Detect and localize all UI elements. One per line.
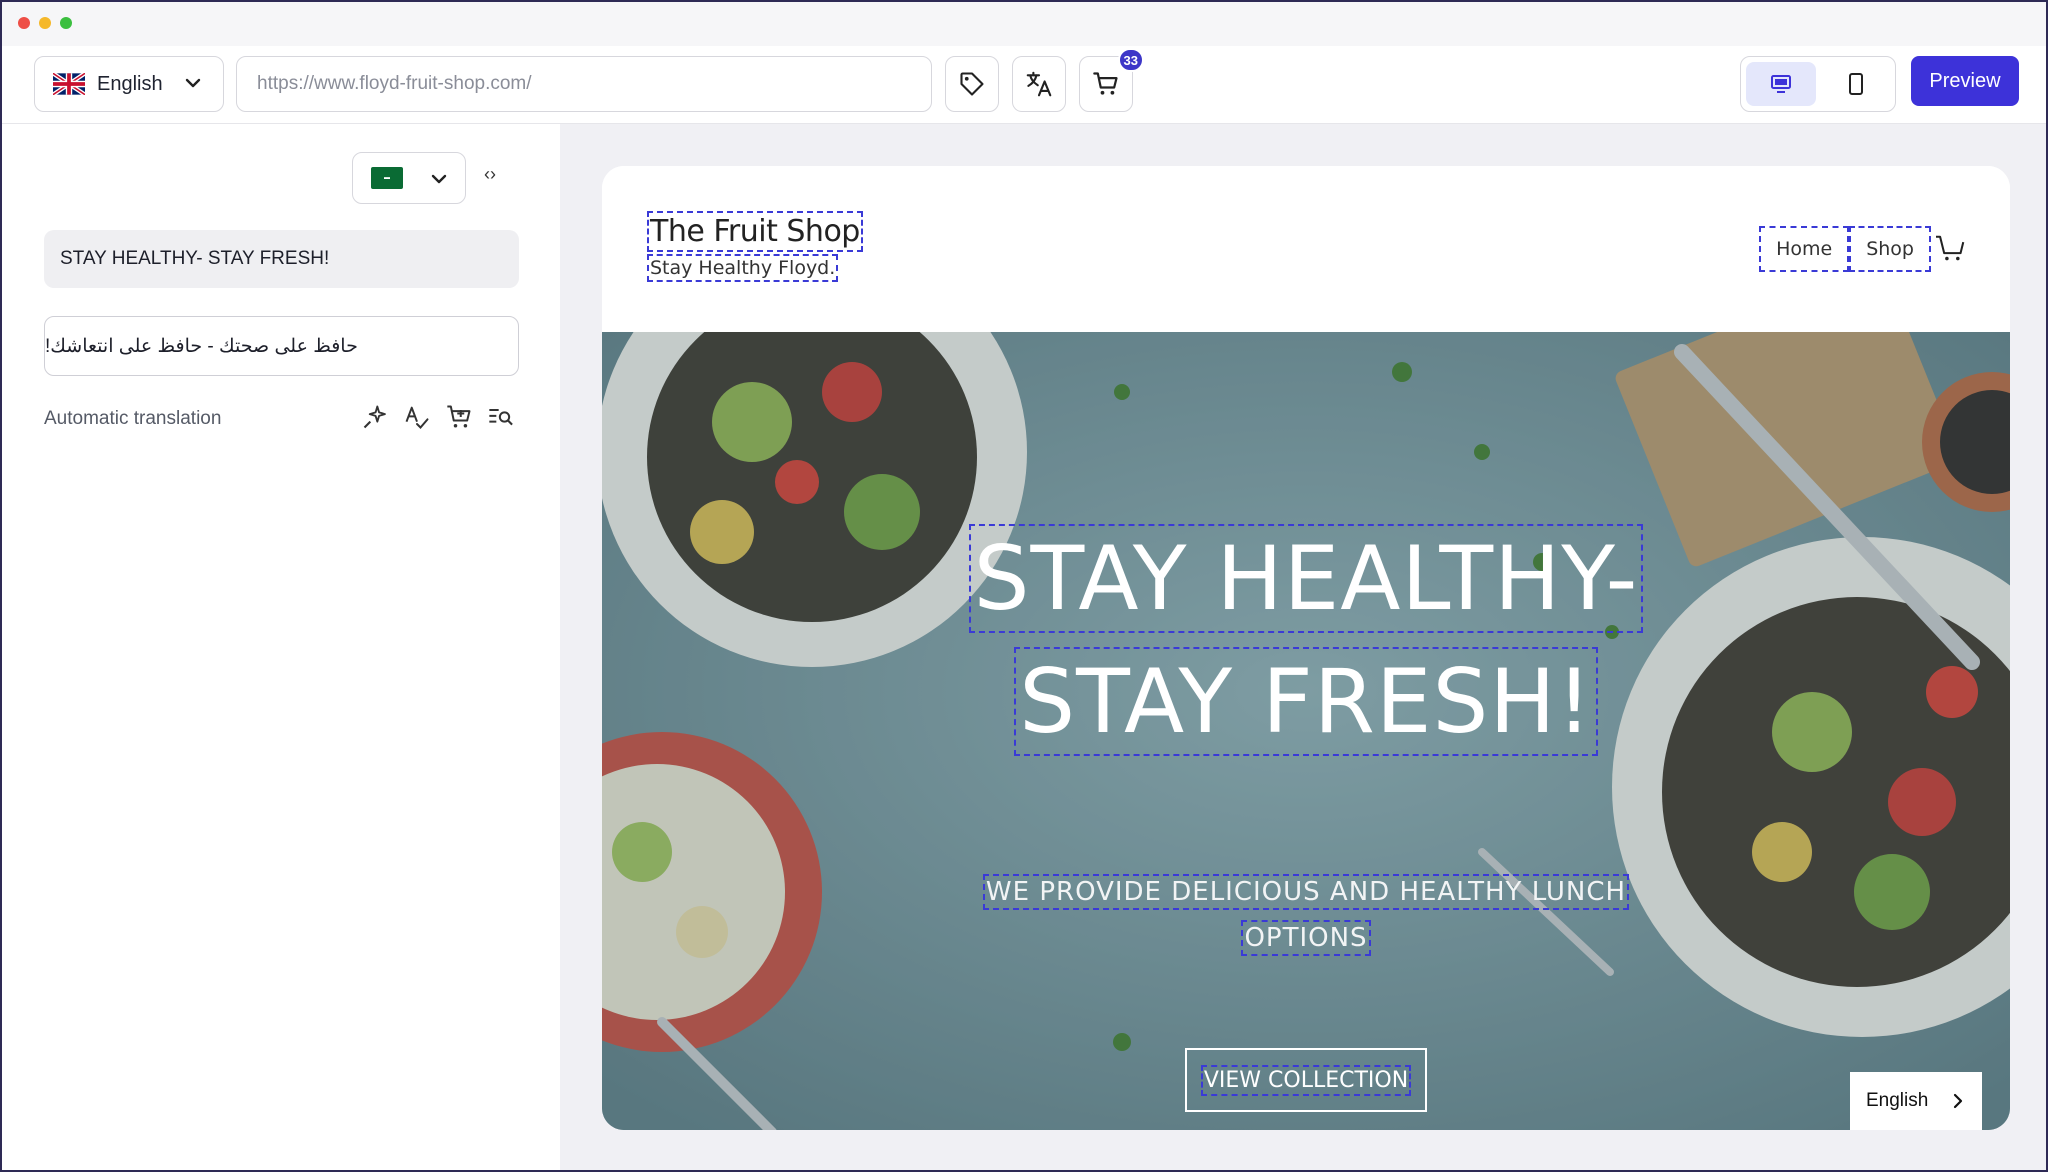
uk-flag-icon bbox=[53, 73, 85, 95]
hero-heading-line-1: STAY HEALTHY- bbox=[602, 524, 2010, 633]
site-language-switcher[interactable]: English bbox=[1850, 1072, 1982, 1130]
code-icon[interactable]: ‹› bbox=[484, 164, 496, 185]
tag-button[interactable] bbox=[945, 56, 999, 112]
saudi-flag-icon: ▬ bbox=[371, 167, 403, 189]
chevron-down-icon bbox=[185, 78, 201, 88]
hero-heading-line-2-text[interactable]: STAY FRESH! bbox=[1014, 647, 1598, 756]
app-window: English 33 Preview ▬ ‹› bbox=[0, 0, 2048, 1172]
magic-wand-icon[interactable] bbox=[360, 402, 390, 432]
nav-shop[interactable]: Shop bbox=[1849, 226, 1931, 272]
hero-subtitle-line-1-text[interactable]: WE PROVIDE DELICIOUS AND HEALTHY LUNCH bbox=[982, 874, 1630, 910]
cart-count-badge: 33 bbox=[1117, 48, 1144, 72]
title-bar bbox=[2, 2, 2046, 46]
website-preview-area: The Fruit Shop Stay Healthy Floyd. Home … bbox=[560, 124, 2046, 1170]
site-language-label: English bbox=[1866, 1090, 1929, 1111]
chevron-right-icon bbox=[1953, 1093, 1963, 1109]
automatic-translation-label: Automatic translation bbox=[44, 408, 222, 429]
translation-panel: ▬ ‹› STAY HEALTHY- STAY FRESH! حافظ على … bbox=[2, 124, 560, 1170]
search-text-icon[interactable] bbox=[486, 402, 516, 432]
hero-subtitle-line-2-text[interactable]: OPTIONS bbox=[1241, 920, 1371, 956]
site-tagline[interactable]: Stay Healthy Floyd. bbox=[646, 254, 839, 282]
source-text: STAY HEALTHY- STAY FRESH! bbox=[44, 230, 519, 288]
hero-heading-line-1-text[interactable]: STAY HEALTHY- bbox=[968, 524, 1644, 633]
hero-subtitle-line-2: OPTIONS bbox=[602, 920, 2010, 956]
language-select[interactable]: English bbox=[34, 56, 224, 112]
view-collection-label[interactable]: VIEW COLLECTION bbox=[1200, 1064, 1412, 1096]
minimize-window-icon[interactable] bbox=[39, 17, 51, 29]
close-window-icon[interactable] bbox=[18, 17, 30, 29]
translate-icon bbox=[1026, 71, 1052, 97]
cart-icon[interactable] bbox=[1934, 234, 1968, 264]
hero-subtitle-line-1: WE PROVIDE DELICIOUS AND HEALTHY LUNCH bbox=[602, 874, 2010, 910]
preview-button[interactable]: Preview bbox=[1911, 56, 2019, 106]
language-select-label: English bbox=[97, 72, 163, 95]
site-nav: Home Shop bbox=[1759, 226, 1968, 272]
hero-section: STAY HEALTHY- STAY FRESH! WE PROVIDE DEL… bbox=[602, 332, 2010, 1130]
site-header: The Fruit Shop Stay Healthy Floyd. Home … bbox=[602, 166, 2010, 332]
hero-content: STAY HEALTHY- STAY FRESH! WE PROVIDE DEL… bbox=[602, 332, 2010, 1130]
mobile-icon bbox=[1849, 73, 1863, 95]
translation-tools bbox=[360, 402, 516, 432]
chevron-down-icon bbox=[431, 174, 447, 184]
desktop-icon bbox=[1771, 75, 1791, 93]
translation-field[interactable]: حافظ على صحتك - حافظ على انتعاشك! bbox=[44, 316, 519, 376]
desktop-view-button[interactable] bbox=[1746, 62, 1816, 106]
translate-button[interactable] bbox=[1012, 56, 1066, 112]
cart-button[interactable]: 33 bbox=[1079, 48, 1144, 112]
mobile-view-button[interactable] bbox=[1821, 62, 1891, 106]
cart-icon bbox=[1093, 72, 1118, 95]
website-preview: The Fruit Shop Stay Healthy Floyd. Home … bbox=[602, 166, 2010, 1130]
add-to-cart-icon[interactable] bbox=[444, 402, 474, 432]
device-toggle bbox=[1740, 56, 1896, 112]
site-title[interactable]: The Fruit Shop bbox=[647, 211, 863, 252]
nav-home[interactable]: Home bbox=[1759, 226, 1850, 272]
url-input[interactable] bbox=[236, 56, 932, 112]
hero-heading-line-2: STAY FRESH! bbox=[602, 647, 2010, 756]
tag-icon bbox=[960, 72, 984, 96]
toolbar: English 33 Preview bbox=[2, 46, 2046, 124]
view-collection-button[interactable]: VIEW COLLECTION bbox=[1185, 1048, 1427, 1112]
spellcheck-icon[interactable] bbox=[402, 402, 432, 432]
target-language-select[interactable]: ▬ bbox=[352, 152, 466, 204]
maximize-window-icon[interactable] bbox=[60, 17, 72, 29]
